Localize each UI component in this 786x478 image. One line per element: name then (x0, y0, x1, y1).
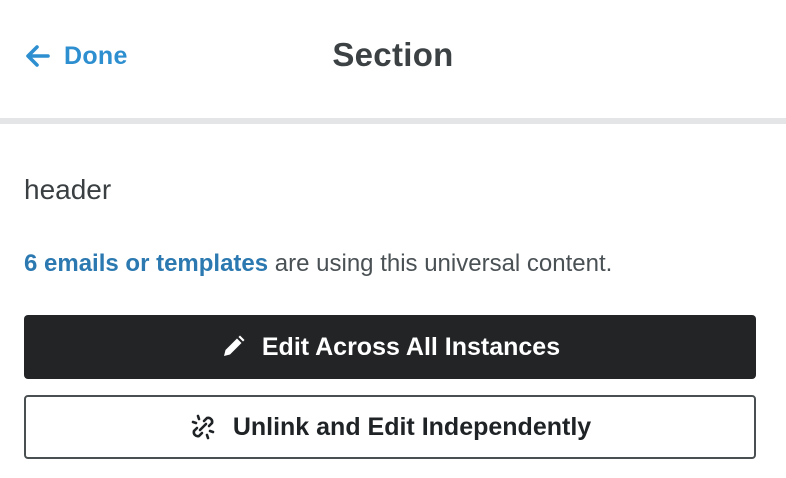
usage-description: 6 emails or templates are using this uni… (24, 250, 612, 278)
usage-suffix: are using this universal content. (268, 250, 613, 277)
content-name: header (24, 174, 112, 205)
top-bar: Done Section (0, 0, 786, 118)
edit-across-all-instances-button[interactable]: Edit Across All Instances (24, 315, 756, 379)
unlink-icon (189, 413, 217, 441)
usage-count-link[interactable]: 6 emails or templates (24, 250, 268, 277)
edit-across-all-instances-label: Edit Across All Instances (261, 332, 561, 361)
page-title: Section (332, 36, 454, 73)
pencil-icon (220, 334, 246, 360)
header-divider (0, 118, 786, 124)
unlink-and-edit-button[interactable]: Unlink and Edit Independently (24, 395, 756, 459)
unlink-and-edit-label: Unlink and Edit Independently (232, 412, 592, 441)
